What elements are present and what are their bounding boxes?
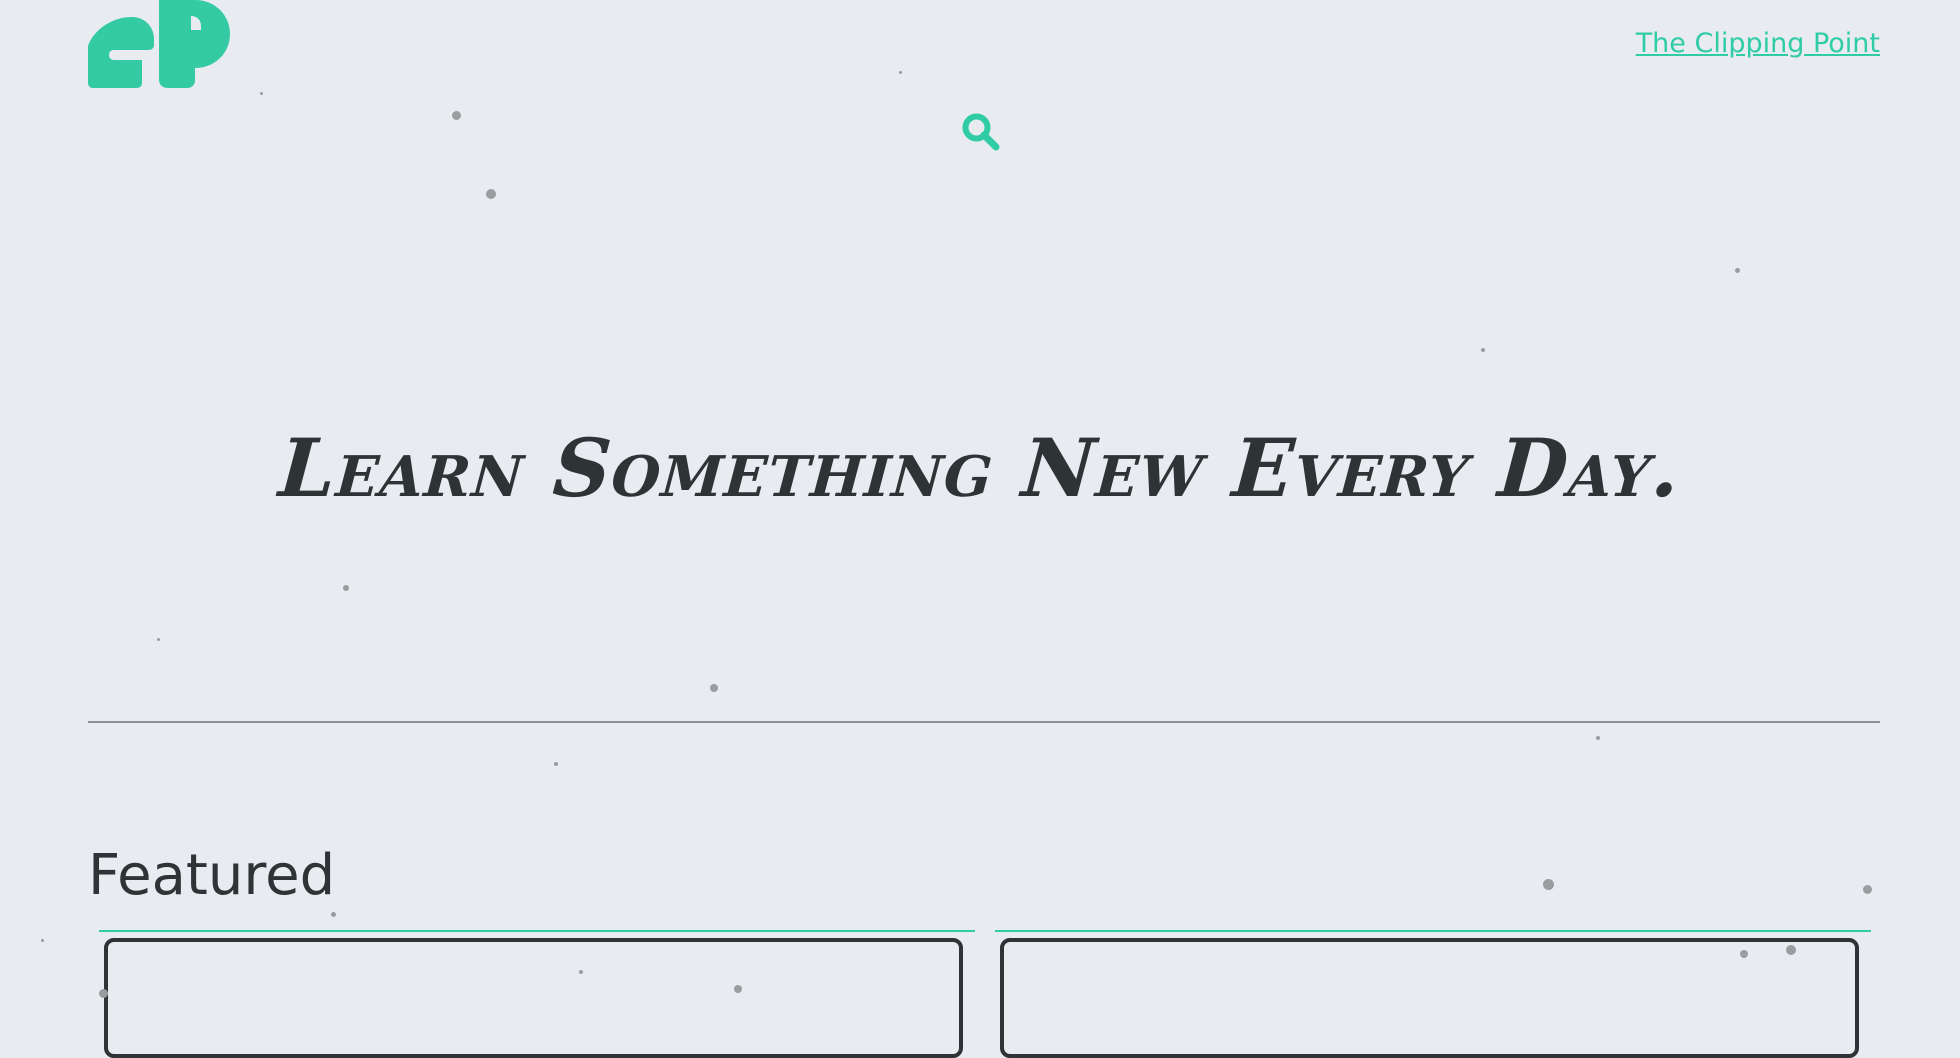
decorative-dot: [579, 970, 583, 974]
decorative-dot: [41, 939, 44, 942]
decorative-dot: [1543, 879, 1554, 890]
site-logo[interactable]: [88, 0, 230, 88]
decorative-dot: [331, 912, 336, 917]
decorative-dot: [1596, 736, 1600, 740]
section-divider: [88, 721, 1880, 723]
decorative-dot: [710, 684, 718, 692]
search-icon[interactable]: [962, 113, 1002, 153]
featured-card-accent-left: [99, 930, 975, 932]
decorative-dot: [1740, 950, 1748, 958]
site-title-link[interactable]: The Clipping Point: [1636, 24, 1880, 64]
decorative-dot: [343, 585, 349, 591]
decorative-dot: [734, 985, 742, 993]
featured-heading: Featured: [88, 843, 336, 909]
featured-card-accent-right: [995, 930, 1871, 932]
decorative-dot: [99, 989, 108, 998]
decorative-dot: [554, 762, 558, 766]
decorative-dot: [1481, 348, 1485, 352]
decorative-dot: [486, 189, 496, 199]
decorative-dot: [899, 71, 902, 74]
decorative-dot: [1863, 885, 1872, 894]
decorative-dot: [452, 111, 461, 120]
hero-title: Learn Something New Every Day.: [276, 421, 1684, 515]
decorative-dot: [1735, 268, 1740, 273]
decorative-dot: [157, 638, 160, 641]
decorative-dot: [1786, 945, 1796, 955]
featured-card-right[interactable]: [1000, 938, 1859, 1058]
featured-card-left[interactable]: [104, 938, 963, 1058]
decorative-dot: [260, 92, 263, 95]
